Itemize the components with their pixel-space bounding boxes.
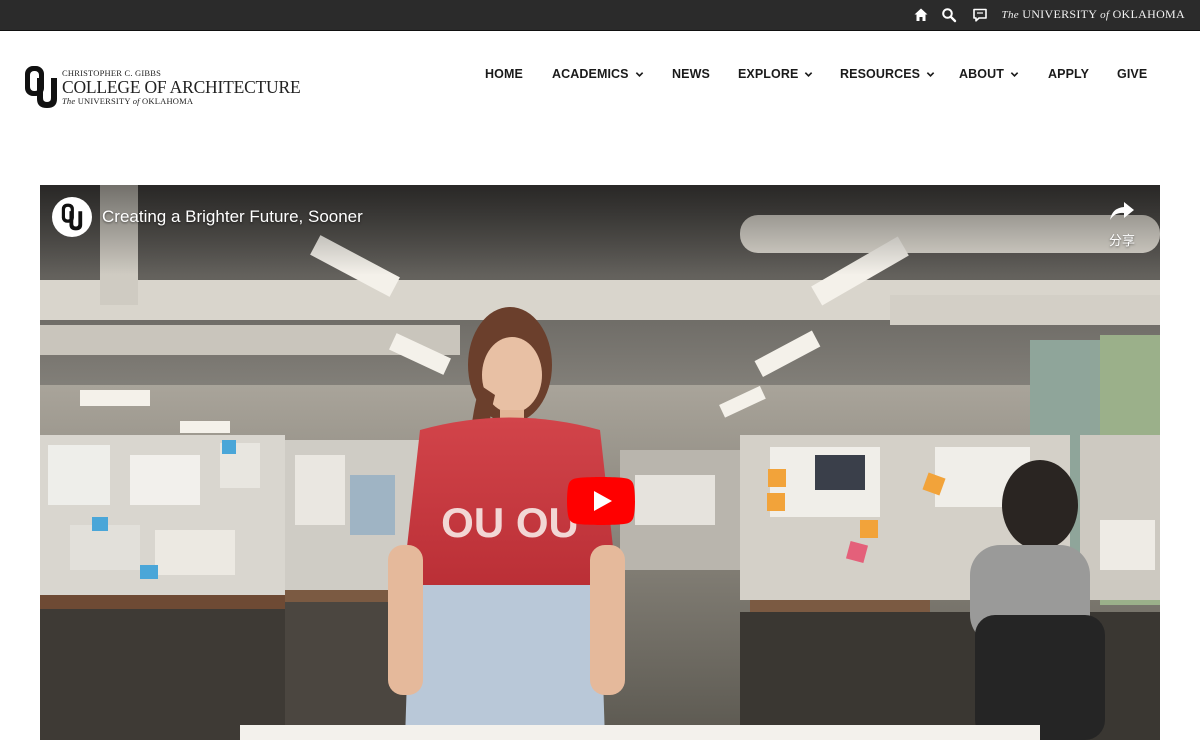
nav-give[interactable]: GIVE <box>1117 67 1147 81</box>
video-thumbnail: OU OU <box>40 185 1160 740</box>
ou-university-link[interactable]: The UNIVERSITY of OKLAHOMA <box>1002 7 1185 22</box>
university-the: The <box>1001 9 1019 21</box>
nav-news-label: NEWS <box>672 67 710 81</box>
play-icon[interactable] <box>567 477 635 525</box>
nav-news[interactable]: NEWS <box>672 67 710 81</box>
university-of: of <box>1100 9 1110 21</box>
nav-home-label: HOME <box>485 67 523 81</box>
nav-explore-label: EXPLORE <box>738 67 799 81</box>
nav-academics-label: ACADEMICS <box>552 67 629 81</box>
university-name-part2: OKLAHOMA <box>1112 7 1185 21</box>
chevron-down-icon <box>805 71 813 77</box>
main-nav: HOME ACADEMICS NEWS EXPLORE RESOURCES AB… <box>0 67 1200 81</box>
nav-resources[interactable]: RESOURCES <box>840 67 935 81</box>
chevron-down-icon <box>1010 71 1019 77</box>
nav-explore[interactable]: EXPLORE <box>738 67 813 81</box>
share-label: 分享 <box>1108 233 1135 248</box>
chat-icon[interactable] <box>972 7 988 23</box>
shirt-text: OU OU <box>441 499 579 546</box>
logo-line-university: The UNIVERSITY of OKLAHOMA <box>62 97 300 106</box>
site-header: CHRISTOPHER C. GIBBS COLLEGE OF ARCHITEC… <box>0 31 1200 131</box>
share-icon <box>1110 202 1134 220</box>
nav-give-label: GIVE <box>1117 67 1148 81</box>
home-icon[interactable] <box>913 7 929 23</box>
video-title[interactable]: Creating a Brighter Future, Sooner <box>102 207 363 227</box>
logo-the: The <box>62 96 76 106</box>
nav-academics[interactable]: ACADEMICS <box>552 67 644 81</box>
ou-logo-icon <box>61 203 83 231</box>
logo-university-word: UNIVERSITY <box>77 96 131 106</box>
nav-apply[interactable]: APPLY <box>1048 67 1089 81</box>
nav-about[interactable]: ABOUT <box>959 67 1019 81</box>
chevron-down-icon <box>635 71 643 77</box>
share-button[interactable]: 分享 <box>1102 199 1142 248</box>
university-name-part1: UNIVERSITY <box>1022 7 1097 21</box>
logo-oklahoma-word: OKLAHOMA <box>142 96 194 106</box>
utility-bar: The UNIVERSITY of OKLAHOMA <box>0 0 1200 31</box>
nav-home[interactable]: HOME <box>485 67 523 81</box>
nav-about-label: ABOUT <box>959 67 1004 81</box>
search-icon[interactable] <box>941 7 957 23</box>
nav-resources-label: RESOURCES <box>840 67 921 81</box>
ou-channel-icon[interactable] <box>52 197 92 237</box>
chevron-down-icon <box>926 71 935 77</box>
video-player[interactable]: OU OU Creating a Brighter Future, Sooner… <box>40 185 1160 740</box>
logo-of: of <box>132 96 140 106</box>
nav-apply-label: APPLY <box>1048 67 1090 81</box>
